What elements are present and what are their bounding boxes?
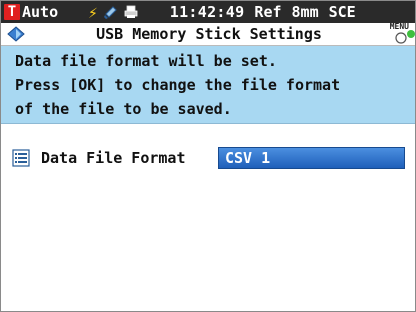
data-file-format-row[interactable]: Data File Format CSV 1	[1, 147, 415, 169]
aperture-indicator: 8mm	[291, 3, 319, 21]
data-file-format-label: Data File Format	[41, 149, 186, 167]
clock: 11:42:49	[169, 3, 245, 21]
page-title: USB Memory Stick Settings	[96, 25, 322, 43]
instruction-line-2: Press [OK] to change the file format	[15, 76, 341, 94]
instruction-line-1: Data file format will be set.	[15, 52, 277, 70]
instruction-line-3: of the file to be saved.	[15, 100, 232, 118]
data-file-format-select[interactable]: CSV 1	[218, 147, 405, 169]
measurement-mode: Auto	[22, 3, 59, 21]
power-bolt-icon: ⚡	[88, 2, 98, 22]
title-bar: USB Memory Stick Settings MENU	[1, 22, 415, 46]
instruction-panel: Data file format will be set. Press [OK]…	[1, 46, 415, 124]
usb-memory-icon	[103, 6, 117, 19]
specular-indicator: SCE	[328, 3, 356, 21]
printer-icon	[124, 5, 138, 18]
target-icon: T	[4, 4, 20, 20]
device-screen: T Auto ⚡ 11:42:49 Ref 8mm SCE USB Memory…	[0, 0, 416, 312]
list-icon	[12, 149, 30, 167]
status-bar: T Auto ⚡ 11:42:49 Ref 8mm SCE	[1, 1, 415, 23]
reference-indicator: Ref	[254, 3, 282, 21]
menu-icon[interactable]	[387, 24, 415, 44]
